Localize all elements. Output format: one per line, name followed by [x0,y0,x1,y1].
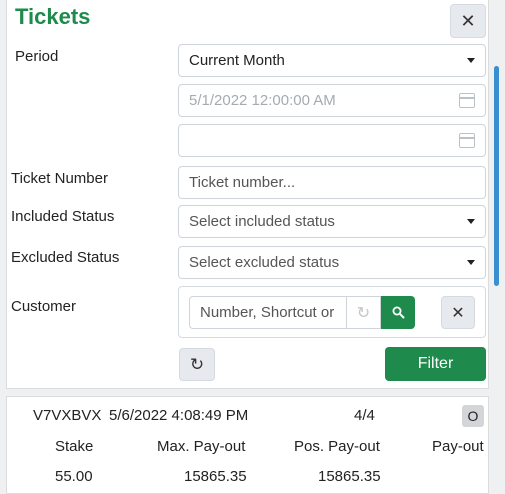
ticket-count: 4/4 [354,407,375,424]
ticket-number-label: Ticket Number [11,170,108,187]
ticket-date: 5/6/2022 4:08:49 PM [109,407,249,424]
column-header-pos-payout: Pos. Pay-out [294,438,380,455]
customer-label: Customer [11,298,77,315]
included-status-select[interactable]: Select included status [178,205,486,238]
max-payout-value: 15865.35 [184,468,247,485]
excluded-status-placeholder: Select excluded status [189,254,340,271]
caret-down-icon [467,260,475,265]
caret-down-icon [467,58,475,63]
column-header-max-payout: Max. Pay-out [157,438,246,455]
filter-button[interactable]: Filter [385,347,486,381]
reset-button[interactable]: ↻ [179,348,215,381]
pos-payout-value: 15865.35 [318,468,381,485]
period-select[interactable]: Current Month [178,44,486,77]
search-icon [392,306,404,319]
ticket-number-placeholder: Ticket number... [189,174,296,191]
column-header-stake: Stake [55,438,94,455]
status-badge: O [462,405,484,427]
period-label: Period [15,48,59,65]
scrollbar[interactable] [494,66,499,286]
close-icon: ✕ [451,304,465,322]
customer-search-button[interactable] [381,296,415,329]
calendar-icon[interactable] [459,133,475,148]
date-from-text: 5/1/2022 12:00:00 AM [189,92,336,109]
close-icon: ✕ [460,10,476,31]
calendar-icon[interactable] [459,93,475,108]
ticket-filter-panel: Tickets ✕ Period Current Month 5/1/2022 … [6,0,489,389]
customer-placeholder: Number, Shortcut or [200,304,335,321]
date-from-field[interactable]: 5/1/2022 12:00:00 AM [178,84,486,117]
included-status-label: Included Status [11,208,115,225]
column-header-payout: Pay-out [432,438,484,455]
customer-refresh-button[interactable]: ↻ [347,296,381,329]
stake-value: 55.00 [55,468,93,485]
period-value: Current Month [189,52,285,69]
customer-input[interactable]: Number, Shortcut or [189,296,347,329]
ticket-code: V7VXBVX [33,407,102,424]
close-button[interactable]: ✕ [450,4,486,38]
excluded-status-select[interactable]: Select excluded status [178,246,486,279]
caret-down-icon [467,219,475,224]
page-title: Tickets [15,4,91,29]
refresh-icon: ↻ [356,304,371,322]
included-status-placeholder: Select included status [189,213,335,230]
date-to-field[interactable] [178,124,486,157]
customer-clear-button[interactable]: ✕ [441,296,475,329]
customer-search-group: Number, Shortcut or ↻ ✕ [178,286,486,338]
excluded-status-label: Excluded Status [11,249,120,266]
ticket-card[interactable]: V7VXBVX 5/6/2022 4:08:49 PM 4/4 O Stake … [6,396,489,494]
refresh-icon: ↻ [189,354,205,374]
ticket-number-input[interactable]: Ticket number... [178,166,486,199]
